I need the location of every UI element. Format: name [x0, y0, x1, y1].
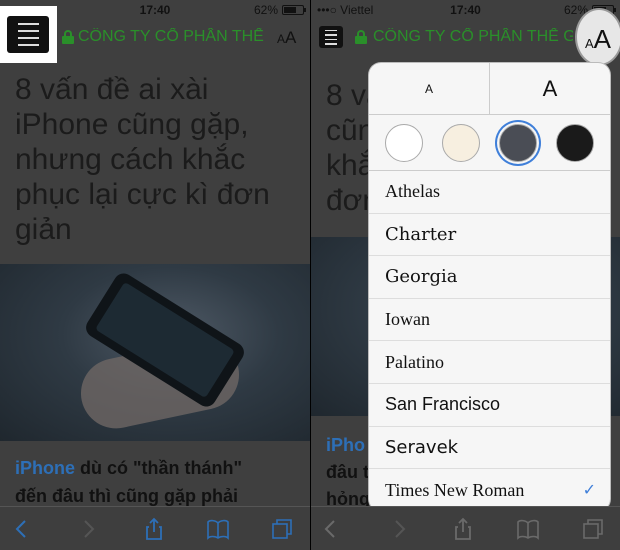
- forward-icon[interactable]: [387, 517, 411, 541]
- site-name[interactable]: CÔNG TY CỔ PHẦN THẾ GI: [78, 28, 268, 46]
- tabs-icon[interactable]: [581, 517, 605, 541]
- title-line: nhưng cách khắc: [15, 143, 246, 176]
- article-photo: [0, 264, 310, 441]
- reader-settings-button[interactable]: AA: [277, 28, 296, 48]
- article-title: 8 vấn đề ai xài iPhone cũng gặp, nhưng c…: [15, 72, 270, 247]
- theme-gray-swatch[interactable]: [499, 123, 538, 162]
- theme-sepia-swatch[interactable]: [441, 123, 480, 162]
- site-name[interactable]: CÔNG TY CỔ PHẦN THẾ GI: [373, 28, 573, 46]
- title-line: phục lại cực kì đơn: [15, 178, 270, 211]
- font-option-georgia[interactable]: Georgia: [369, 256, 610, 299]
- title-line: giản: [15, 213, 72, 246]
- title-line: 8 vấn đề ai xài: [15, 73, 209, 106]
- reader-settings-popover: A A Athelas Charter Georgia Iowan Palati…: [369, 63, 610, 511]
- bookmarks-icon[interactable]: [516, 517, 540, 541]
- status-bar: •••○ Viettel 17:40 62%: [311, 0, 620, 20]
- font-option-iowan[interactable]: Iowan: [369, 299, 610, 342]
- lock-icon: [62, 30, 74, 44]
- battery-icon: [282, 5, 306, 15]
- font-option-seravek[interactable]: Seravek: [369, 427, 610, 470]
- tabs-icon[interactable]: [270, 517, 294, 541]
- forward-icon[interactable]: [76, 517, 100, 541]
- increase-font-button[interactable]: A: [490, 63, 610, 114]
- share-icon[interactable]: [142, 517, 166, 541]
- font-option-athelas[interactable]: Athelas: [369, 171, 610, 214]
- back-icon[interactable]: [10, 517, 34, 541]
- decrease-font-button[interactable]: A: [369, 63, 490, 114]
- article: 8 vấn đề ai xài iPhone cũng gặp, nhưng c…: [0, 52, 310, 506]
- title-line: iPhone cũng gặp,: [15, 108, 249, 141]
- checkmark-icon: ✓: [582, 482, 596, 500]
- bottom-toolbar: [0, 506, 310, 550]
- share-icon[interactable]: [451, 517, 475, 541]
- address-bar[interactable]: CÔNG TY CỔ PHẦN THẾ GI: [311, 22, 620, 52]
- font-list: Athelas Charter Georgia Iowan Palatino S…: [369, 171, 610, 511]
- reader-icon-line: [17, 23, 39, 25]
- font-size-row: A A: [369, 63, 610, 115]
- reader-mode-highlight: [0, 6, 57, 63]
- back-icon[interactable]: [319, 517, 343, 541]
- font-option-san-francisco[interactable]: San Francisco: [369, 384, 610, 427]
- lock-icon: [355, 30, 367, 44]
- article-lead: iPhone dù có "thần thánh" đến đâu thì cũ…: [15, 458, 243, 506]
- font-option-charter[interactable]: Charter: [369, 214, 610, 257]
- aa-label: AA: [585, 24, 612, 54]
- reader-settings-button[interactable]: AA: [575, 8, 620, 66]
- font-option-times-new-roman[interactable]: Times New Roman ✓: [369, 469, 610, 511]
- theme-night-swatch[interactable]: [556, 123, 595, 162]
- status-right: 62%: [253, 3, 306, 17]
- theme-row: [369, 115, 610, 171]
- lead-highlight[interactable]: iPhone: [15, 458, 75, 478]
- left-screenshot: 17:40 62% 8 vấn đề ai xài iPhone cũng gặ…: [0, 0, 310, 550]
- bookmarks-icon[interactable]: [206, 517, 230, 541]
- theme-white-swatch[interactable]: [384, 123, 423, 162]
- reader-view-button[interactable]: [319, 26, 343, 48]
- bottom-toolbar: [311, 506, 620, 550]
- right-screenshot: •••○ Viettel 17:40 62% 8 vấ cũn khắ đơn …: [311, 0, 620, 550]
- font-option-palatino[interactable]: Palatino: [369, 341, 610, 384]
- reader-view-button[interactable]: [7, 16, 49, 53]
- battery-percent: 62%: [253, 3, 278, 17]
